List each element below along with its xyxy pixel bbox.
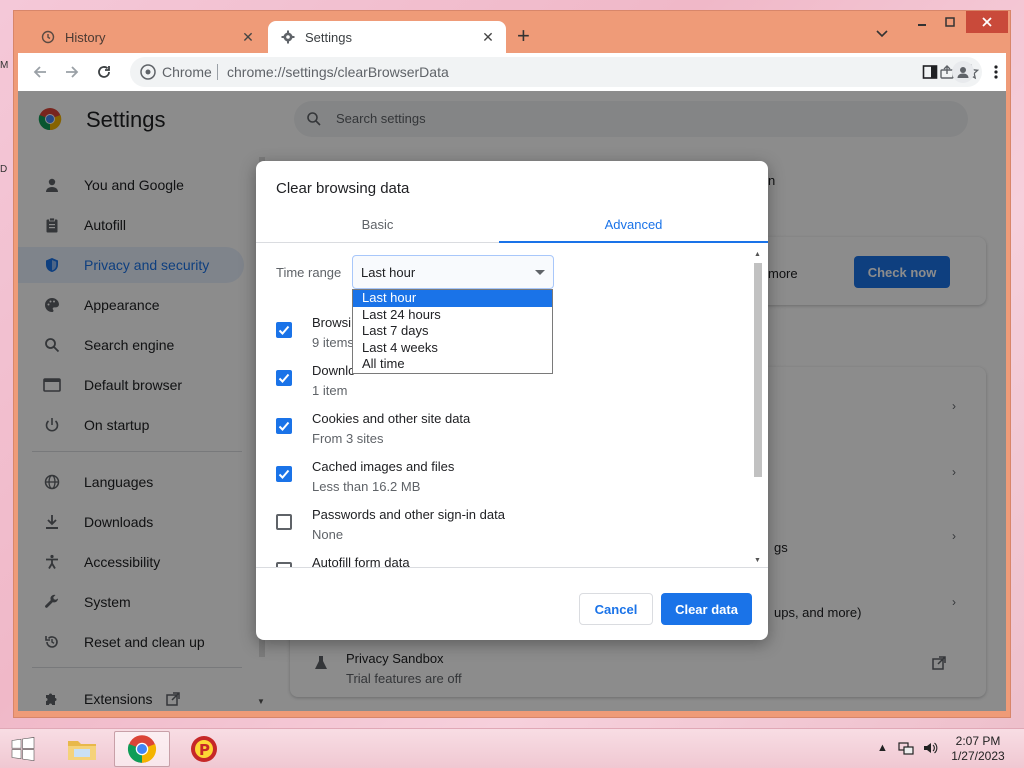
dropdown-caret-icon [535,270,545,275]
checkbox-checked[interactable] [276,370,292,386]
dialog-scrollbar[interactable]: ▲ ▼ [752,251,764,567]
scroll-up-arrow-icon[interactable]: ▲ [754,251,761,258]
close-tab-icon[interactable]: ✕ [240,29,256,46]
dialog-title: Clear browsing data [276,180,410,197]
dropdown-option-last-24-hours[interactable]: Last 24 hours [353,307,552,324]
checkbox-row-autofill-form-data[interactable]: Autofill form data [276,555,736,567]
chrome-site-icon [140,64,156,85]
close-window-button[interactable] [966,11,1008,33]
profile-avatar-icon[interactable] [952,61,974,83]
tab-label: History [65,29,106,45]
new-tab-button[interactable]: + [517,25,530,47]
checkbox-title: Passwords and other sign-in data [312,507,505,522]
tab-settings[interactable]: Settings ✕ [268,21,506,53]
tab-label: Settings [305,29,352,45]
clock-date: 1/27/2023 [951,749,1005,763]
tab-advanced[interactable]: Advanced [499,205,768,243]
forward-button[interactable] [62,62,82,82]
checkbox-row-cookies[interactable]: Cookies and other site data From 3 sites [276,411,736,455]
checkbox-checked[interactable] [276,322,292,338]
network-icon[interactable] [898,740,914,759]
minimize-button[interactable] [910,11,934,33]
active-tab-indicator [499,241,768,243]
url-text[interactable]: chrome://settings/clearBrowserData [227,64,449,80]
checkbox-title: Downlo [312,363,356,378]
history-icon [40,29,56,45]
start-button[interactable] [0,731,46,767]
dialog-footer-divider [256,567,768,568]
svg-text:P: P [199,741,210,759]
time-range-value: Last hour [361,265,416,280]
tab-basic[interactable]: Basic [256,205,499,243]
checkbox-subtitle: 9 items [312,335,354,350]
file-explorer-taskbar-icon[interactable] [54,731,110,767]
checkbox-subtitle: 1 item [312,383,348,398]
dropdown-option-last-7-days[interactable]: Last 7 days [353,323,552,340]
tab-history[interactable]: History ✕ [28,21,266,53]
omnibox-separator [217,64,218,80]
menu-kebab-icon[interactable] [986,62,1006,82]
site-label: Chrome [162,64,212,80]
app-taskbar-icon[interactable]: P [176,731,232,767]
time-range-select[interactable]: Last hour [352,255,554,289]
checkbox-title: Browsi [312,315,352,330]
dropdown-option-last-hour[interactable]: Last hour [353,290,552,307]
checkbox-subtitle: None [312,527,344,542]
dialog-tabs: Basic Advanced [256,205,768,243]
checkbox-row-passwords[interactable]: Passwords and other sign-in data None [276,507,736,551]
time-range-label: Time range [276,265,342,280]
maximize-button[interactable] [938,11,962,33]
desktop-icon-fragment: D [0,164,8,175]
time-range-dropdown-list: Last hour Last 24 hours Last 7 days Last… [352,289,553,374]
scrollbar-thumb[interactable] [754,263,762,477]
chrome-taskbar-icon[interactable] [114,731,170,767]
checkbox-checked[interactable] [276,466,292,482]
volume-icon[interactable] [922,740,938,759]
scroll-down-arrow-icon[interactable]: ▼ [754,557,761,564]
tab-search-chevron-icon[interactable] [876,27,888,41]
checkbox-checked[interactable] [276,418,292,434]
address-bar[interactable]: Chrome chrome://settings/clearBrowserDat… [130,57,982,87]
desktop-icon-fragment: M [0,60,9,71]
side-panel-icon[interactable] [920,62,940,82]
checkbox-unchecked[interactable] [276,514,292,530]
cancel-button[interactable]: Cancel [579,593,653,625]
checkbox-row-cached-images[interactable]: Cached images and files Less than 16.2 M… [276,459,736,503]
close-tab-icon[interactable]: ✕ [480,29,496,46]
clock-time: 2:07 PM [955,734,1001,748]
back-button[interactable] [30,62,50,82]
clear-browsing-data-dialog: Clear browsing data Basic Advanced Time … [256,161,768,640]
dropdown-option-all-time[interactable]: All time [353,356,552,373]
gear-icon [280,29,296,45]
checkbox-title: Autofill form data [312,555,410,567]
taskbar-clock[interactable]: 2:07 PM 1/27/2023 [948,734,1008,764]
checkbox-title: Cached images and files [312,459,455,474]
show-hidden-icons-arrow[interactable]: ▲ [877,742,888,754]
clear-data-button[interactable]: Clear data [661,593,752,625]
title-bar: History ✕ Settings ✕ + [14,11,1010,53]
dropdown-option-last-4-weeks[interactable]: Last 4 weeks [353,340,552,357]
checkbox-subtitle: Less than 16.2 MB [312,479,421,494]
checkbox-subtitle: From 3 sites [312,431,384,446]
toolbar: Chrome chrome://settings/clearBrowserDat… [18,53,1006,91]
taskbar: P ▲ 2:07 PM 1/27/2023 [0,728,1024,768]
checkbox-title: Cookies and other site data [312,411,471,426]
reload-button[interactable] [94,62,114,82]
